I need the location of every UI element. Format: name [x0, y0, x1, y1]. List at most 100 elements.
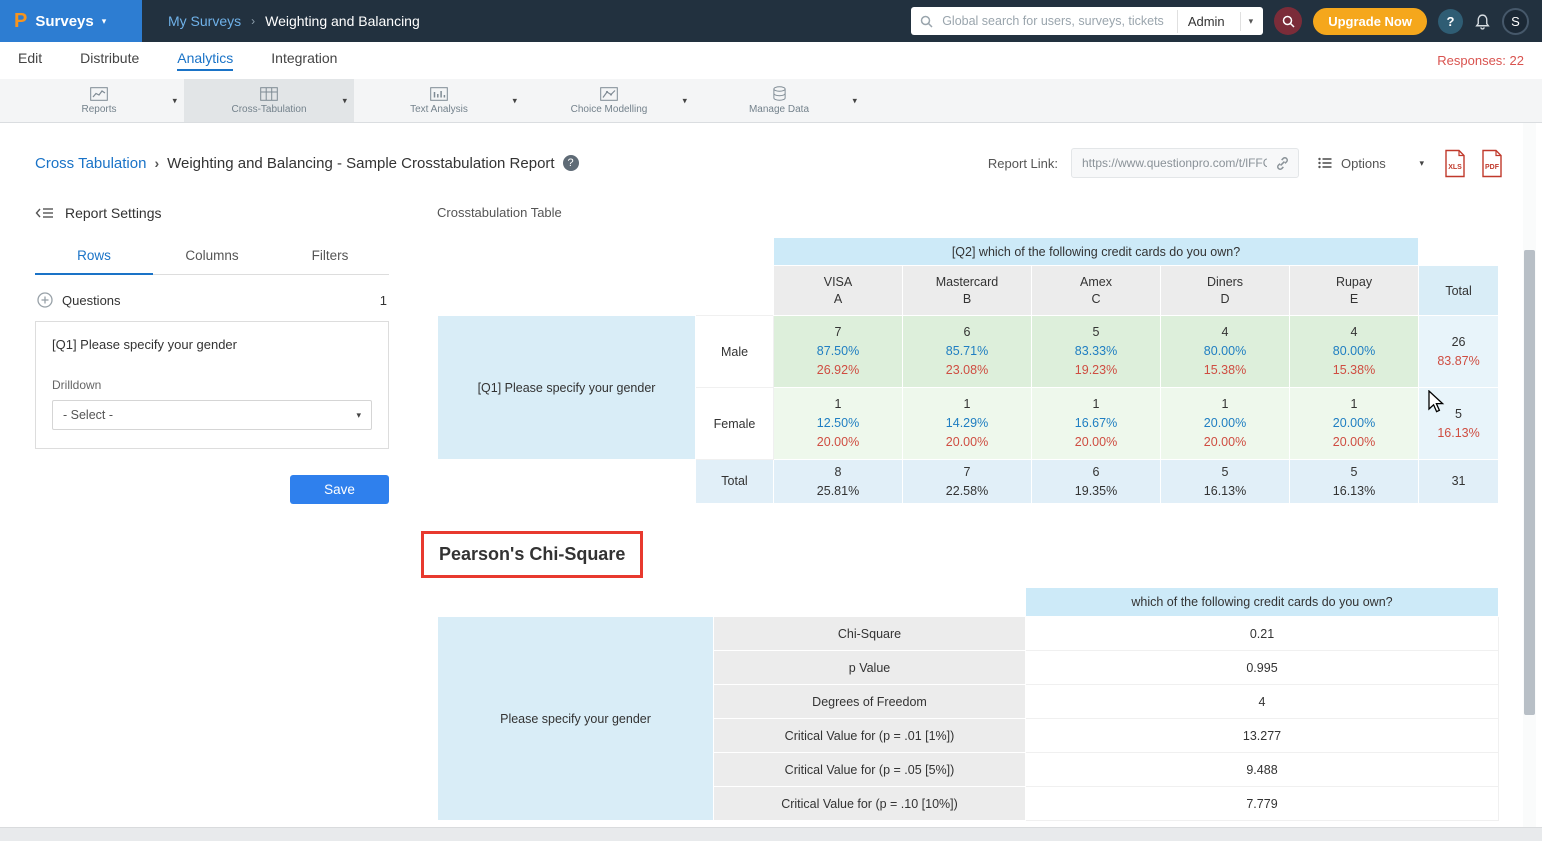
- search-icon: [1282, 15, 1295, 28]
- trend-chart-icon: [600, 87, 618, 101]
- toolbar-item-reports[interactable]: Reports ▾: [14, 79, 184, 122]
- tab-filters[interactable]: Filters: [271, 238, 389, 275]
- toolbar-item-cross-tabulation[interactable]: Cross-Tabulation ▾: [184, 79, 354, 122]
- crosstab-cell: 114.29%20.00%: [903, 388, 1032, 460]
- tab-columns[interactable]: Columns: [153, 238, 271, 275]
- scrollbar-thumb[interactable]: [1524, 250, 1535, 715]
- toolbar-item-manage-data[interactable]: Manage Data ▾: [694, 79, 864, 122]
- line-chart-icon: [90, 87, 108, 101]
- row-question-cell: [Q1] Please specify your gender: [438, 316, 696, 460]
- export-pdf-button[interactable]: PDF: [1480, 149, 1504, 178]
- options-label: Options: [1341, 156, 1386, 171]
- horizontal-scrollbar[interactable]: [0, 827, 1542, 841]
- crosstab-cell: 116.67%20.00%: [1032, 388, 1161, 460]
- breadcrumb-separator-icon: ›: [251, 14, 255, 28]
- report-settings-header: Report Settings: [35, 205, 389, 221]
- chevron-down-icon[interactable]: ▾: [682, 95, 687, 106]
- tab-distribute[interactable]: Distribute: [80, 50, 139, 71]
- tab-edit[interactable]: Edit: [18, 50, 42, 71]
- chevron-down-icon[interactable]: ▾: [1240, 12, 1258, 31]
- crosstab-cell: 120.00%20.00%: [1290, 388, 1419, 460]
- crosstab-cell: 787.50%26.92%: [774, 316, 903, 388]
- chi-metric: p Value: [714, 651, 1026, 685]
- export-xls-button[interactable]: XLS: [1443, 149, 1467, 178]
- chi-square-table: which of the following credit cards do y…: [437, 587, 1499, 821]
- column-header: MastercardB: [903, 266, 1032, 316]
- chevron-down-icon[interactable]: ▾: [512, 95, 517, 106]
- help-button[interactable]: ?: [1438, 9, 1463, 34]
- column-header: RupayE: [1290, 266, 1419, 316]
- chi-value: 4: [1026, 685, 1499, 719]
- database-icon: [772, 86, 787, 101]
- total-cell: 516.13%: [1290, 460, 1419, 504]
- search-scope-dropdown[interactable]: Admin: [1177, 10, 1233, 33]
- crosstab-q2-header-row: [Q2] which of the following credit cards…: [438, 238, 1499, 266]
- crosstab-cell: 480.00%15.38%: [1290, 316, 1419, 388]
- crosstab-table: [Q2] which of the following credit cards…: [437, 237, 1499, 504]
- chi-header-row: which of the following credit cards do y…: [438, 588, 1499, 617]
- toolbar-item-label: Manage Data: [749, 104, 809, 115]
- breadcrumb-separator-icon: ›: [154, 155, 159, 171]
- chi-metric: Chi-Square: [714, 617, 1026, 651]
- report-url-input[interactable]: [1080, 155, 1269, 171]
- report-settings-title: Report Settings: [65, 205, 162, 221]
- toolbar-item-text-analysis[interactable]: Text Analysis ▾: [354, 79, 524, 122]
- drilldown-select[interactable]: - Select - ▾: [52, 400, 372, 430]
- drilldown-select-value: - Select -: [63, 408, 113, 422]
- crosstab-cell: 112.50%20.00%: [774, 388, 903, 460]
- chi-value: 9.488: [1026, 753, 1499, 787]
- svg-text:PDF: PDF: [1485, 164, 1500, 171]
- search-input[interactable]: [940, 13, 1170, 29]
- content-area: Cross Tabulation › Weighting and Balanci…: [0, 123, 1542, 827]
- tab-integration[interactable]: Integration: [271, 50, 337, 71]
- breadcrumb: My Surveys › Weighting and Balancing: [168, 13, 420, 29]
- crosstab-cell: 685.71%23.08%: [903, 316, 1032, 388]
- toolbar-item-label: Reports: [81, 104, 116, 115]
- report-link-field: [1071, 148, 1299, 178]
- toolbar-item-label: Cross-Tabulation: [231, 104, 306, 115]
- search-submit-button[interactable]: [1274, 7, 1302, 35]
- chevron-down-icon[interactable]: ▾: [342, 95, 347, 106]
- link-icon[interactable]: [1275, 156, 1290, 171]
- breadcrumb-my-surveys[interactable]: My Surveys: [168, 13, 241, 29]
- bar-chart-icon: [430, 87, 448, 101]
- app-switcher[interactable]: P Surveys ▾: [0, 0, 142, 42]
- total-cell: 825.81%: [774, 460, 903, 504]
- chi-value: 7.779: [1026, 787, 1499, 821]
- toolbar-item-label: Choice Modelling: [571, 104, 648, 115]
- total-cell: 619.35%: [1032, 460, 1161, 504]
- report-link-label: Report Link:: [988, 156, 1058, 171]
- notifications-bell-icon[interactable]: [1474, 13, 1491, 30]
- grand-total-cell: 31: [1419, 460, 1499, 504]
- column-header: AmexC: [1032, 266, 1161, 316]
- save-button[interactable]: Save: [290, 475, 389, 504]
- report-title: Weighting and Balancing - Sample Crossta…: [167, 155, 554, 172]
- report-actions: Report Link: Options ▾ XLS PDF: [988, 148, 1504, 178]
- chevron-down-icon[interactable]: ▾: [172, 95, 177, 106]
- avatar[interactable]: S: [1502, 8, 1529, 35]
- tab-rows[interactable]: Rows: [35, 238, 153, 275]
- chi-value: 13.277: [1026, 719, 1499, 753]
- options-dropdown[interactable]: Options ▾: [1312, 149, 1430, 178]
- toolbar-item-choice-modelling[interactable]: Choice Modelling ▾: [524, 79, 694, 122]
- question-text: [Q1] Please specify your gender: [52, 337, 372, 352]
- chi-value: 0.21: [1026, 617, 1499, 651]
- chevron-down-icon[interactable]: ▾: [852, 95, 857, 106]
- add-question-icon[interactable]: [37, 292, 53, 308]
- tab-analytics[interactable]: Analytics: [177, 50, 233, 71]
- crosstab-total-row: Total 825.81% 722.58% 619.35% 516.13% 51…: [438, 460, 1499, 504]
- row-total-cell: 2683.87%: [1419, 316, 1499, 388]
- upgrade-now-button[interactable]: Upgrade Now: [1313, 8, 1427, 35]
- chi-square-heading: Pearson's Chi-Square: [439, 544, 625, 564]
- collapse-panel-icon[interactable]: [35, 206, 54, 220]
- settings-tabs: Rows Columns Filters: [35, 238, 389, 275]
- row-label: Female: [696, 388, 774, 460]
- search-icon: [920, 15, 933, 28]
- total-cell: 722.58%: [903, 460, 1032, 504]
- app-name: Surveys: [35, 13, 93, 30]
- crosstab-column-header-row: VISAA MastercardB AmexC DinersD RupayE T…: [438, 266, 1499, 316]
- questions-label: Questions: [62, 293, 121, 308]
- report-help-icon[interactable]: ?: [563, 155, 579, 171]
- report-header: Cross Tabulation › Weighting and Balanci…: [0, 123, 1542, 178]
- cross-tabulation-link[interactable]: Cross Tabulation: [35, 155, 146, 172]
